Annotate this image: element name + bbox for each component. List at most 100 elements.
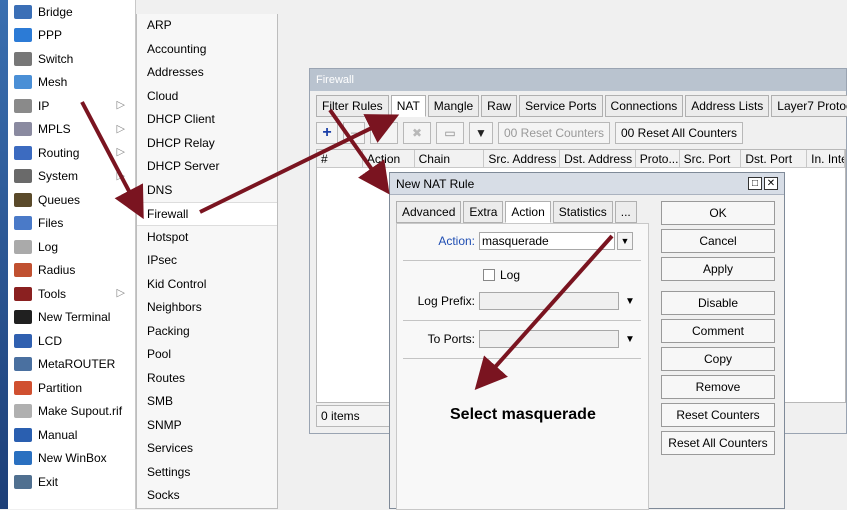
sidebar-item-routing[interactable]: Routing ▷ [8,141,135,165]
add-button[interactable]: + [316,122,338,144]
comment-button[interactable]: ▭ [436,122,464,144]
submenu-item-dns[interactable]: DNS [137,179,277,203]
submenu-item-cloud[interactable]: Cloud [137,85,277,109]
submenu-item-smb[interactable]: SMB [137,390,277,414]
submenu-item-arp[interactable]: ARP [137,14,277,38]
sidebar-item-label: System [38,169,79,184]
column-header[interactable]: Proto... [636,150,680,167]
exit-icon [14,474,32,489]
submenu-item-dhcp-server[interactable]: DHCP Server [137,155,277,179]
sidebar-item-switch[interactable]: Switch [8,47,135,71]
column-header[interactable]: Src. Port [680,150,742,167]
tab-nat[interactable]: NAT [390,95,426,117]
submenu-item-addresses[interactable]: Addresses [137,61,277,85]
submenu-item-accounting[interactable]: Accounting [137,38,277,62]
sidebar-item-queues[interactable]: Queues [8,188,135,212]
close-icon[interactable]: ✕ [764,177,778,190]
system-gear-icon [14,169,32,184]
column-header[interactable]: Action [363,150,415,167]
tab-connections[interactable]: Connections [604,95,684,117]
sidebar-item-tools[interactable]: Tools ▷ [8,282,135,306]
tab-address-lists[interactable]: Address Lists [685,95,770,117]
submenu-item-dhcp-relay[interactable]: DHCP Relay [137,132,277,156]
action-dropdown-button[interactable]: ▼ [617,232,633,250]
dialog-tab-statistics[interactable]: Statistics [552,201,613,223]
column-header[interactable]: In. Inter [807,150,845,167]
sidebar-item-label: IP [38,98,50,113]
submenu-item-kid-control[interactable]: Kid Control [137,273,277,297]
sidebar-item-make-supout-rif[interactable]: Make Supout.rif [8,400,135,424]
remove-button[interactable]: − [343,122,365,144]
maximize-icon[interactable]: □ [748,177,762,190]
submenu-item-packing[interactable]: Packing [137,320,277,344]
sidebar-item-radius[interactable]: Radius [8,259,135,283]
sidebar-item-files[interactable]: Files [8,212,135,236]
log-label: Log [500,268,521,282]
sidebar-item-exit[interactable]: Exit [8,470,135,494]
sidebar-item-bridge[interactable]: Bridge [8,0,135,24]
sidebar-item-partition[interactable]: Partition [8,376,135,400]
enable-button[interactable]: ✔ [370,122,398,144]
dialog-tab-advanced[interactable]: Advanced [396,201,462,223]
reset-all-counters-button[interactable]: 00 Reset All Counters [615,122,743,144]
sidebar-item-label: Manual [38,427,78,442]
filter-button[interactable]: ▼ [469,122,493,144]
disable-button[interactable]: ✖ [403,122,431,144]
sidebar-item-log[interactable]: Log [8,235,135,259]
remove-button[interactable]: Remove [661,375,775,399]
column-header[interactable]: Dst. Address [560,150,636,167]
cancel-button[interactable]: Cancel [661,229,775,253]
sidebar-item-system[interactable]: System ▷ [8,165,135,189]
tab-filter-rules[interactable]: Filter Rules [316,95,389,117]
dialog-tab-extra[interactable]: Extra [463,201,504,223]
submenu-item-settings[interactable]: Settings [137,461,277,485]
submenu-item-firewall[interactable]: Firewall [137,202,277,226]
dialog-tab-action[interactable]: Action [505,201,551,223]
tab-mangle[interactable]: Mangle [427,95,480,117]
submenu-item-snmp[interactable]: SNMP [137,414,277,438]
metarouter-icon [14,357,32,372]
files-icon [14,216,32,231]
sidebar-item-lcd[interactable]: LCD [8,329,135,353]
action-select[interactable]: masquerade [479,232,615,250]
sidebar-item-manual[interactable]: Manual [8,423,135,447]
sidebar-item-new-winbox[interactable]: New WinBox [8,447,135,471]
log-prefix-input[interactable] [479,292,619,310]
reset-counters-button[interactable]: Reset Counters [661,403,775,427]
sidebar-item-ip[interactable]: IP ▷ [8,94,135,118]
sidebar-item-mpls[interactable]: MPLS ▷ [8,118,135,142]
submenu-item-routes[interactable]: Routes [137,367,277,391]
column-header[interactable]: Dst. Port [741,150,808,167]
submenu-item-services[interactable]: Services [137,437,277,461]
tab-layer7-protocols[interactable]: Layer7 Protocols [771,95,847,117]
ok-button[interactable]: OK [661,201,775,225]
column-header[interactable]: # [317,150,363,167]
to-ports-input[interactable] [479,330,619,348]
tab-raw[interactable]: Raw [481,95,518,117]
sidebar-item-ppp[interactable]: PPP [8,24,135,48]
copy-button[interactable]: Copy [661,347,775,371]
dialog-tab-more[interactable]: ... [614,201,637,223]
submenu-item-socks[interactable]: Socks [137,484,277,508]
submenu-item-hotspot[interactable]: Hotspot [137,226,277,250]
log-checkbox[interactable] [483,269,495,281]
to-ports-dropdown-icon[interactable]: ▼ [625,334,635,345]
reset-all-counters-button[interactable]: Reset All Counters [661,431,775,455]
separator [403,358,641,359]
column-header[interactable]: Src. Address [484,150,561,167]
submenu-item-pool[interactable]: Pool [137,343,277,367]
sidebar-item-metarouter[interactable]: MetaROUTER [8,353,135,377]
sidebar-item-mesh[interactable]: Mesh [8,71,135,95]
reset-counters-button[interactable]: 00 Reset Counters [498,122,610,144]
apply-button[interactable]: Apply [661,257,775,281]
comment-button[interactable]: Comment [661,319,775,343]
log-prefix-dropdown-icon[interactable]: ▼ [625,296,635,307]
sidebar-item-label: Make Supout.rif [38,404,123,419]
column-header[interactable]: Chain [415,150,485,167]
submenu-item-dhcp-client[interactable]: DHCP Client [137,108,277,132]
sidebar-item-new-terminal[interactable]: New Terminal [8,306,135,330]
disable-button[interactable]: Disable [661,291,775,315]
submenu-item-ipsec[interactable]: IPsec [137,249,277,273]
submenu-item-neighbors[interactable]: Neighbors [137,296,277,320]
tab-service-ports[interactable]: Service Ports [519,95,603,117]
